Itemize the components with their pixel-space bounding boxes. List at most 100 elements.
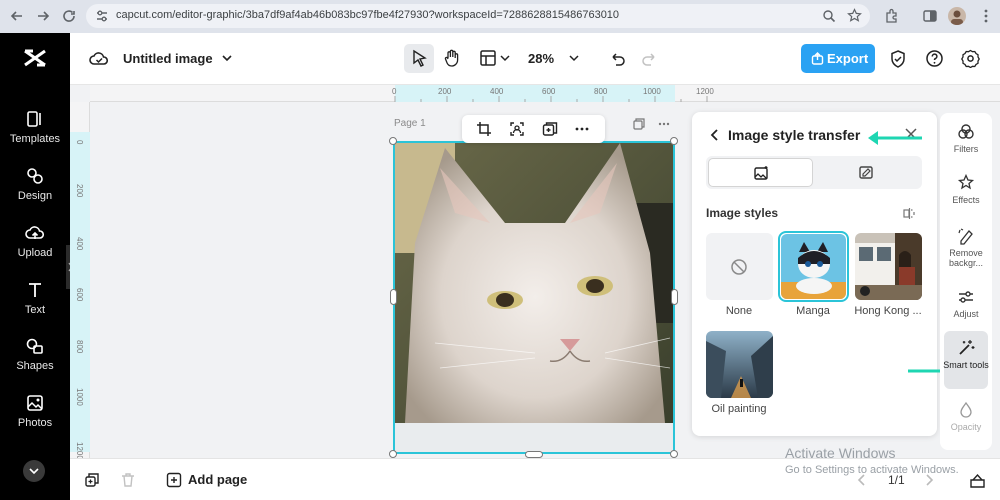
- hand-tool-icon[interactable]: [442, 48, 462, 68]
- right-tools-rail: [940, 113, 992, 450]
- crop-icon[interactable]: [476, 121, 492, 137]
- resize-handle-left[interactable]: [390, 289, 397, 305]
- document-title[interactable]: Untitled image: [123, 51, 213, 66]
- help-icon[interactable]: [925, 49, 944, 68]
- rail-item-smart-tools[interactable]: Smart tools: [940, 339, 992, 370]
- site-settings-icon[interactable]: [95, 9, 109, 23]
- page-label[interactable]: Page 1: [394, 118, 426, 129]
- resize-handle-right[interactable]: [671, 289, 678, 305]
- more-options-icon[interactable]: [574, 121, 590, 137]
- templates-icon: [25, 109, 45, 129]
- capcut-logo[interactable]: [22, 48, 48, 68]
- annotation-arrow-left: [866, 128, 924, 146]
- style-label: Manga: [796, 305, 830, 317]
- style-option-manga[interactable]: [778, 231, 849, 302]
- reload-icon[interactable]: [60, 7, 78, 25]
- style-option-none[interactable]: [706, 233, 773, 300]
- layout-dropdown-icon[interactable]: [500, 53, 510, 63]
- export-button[interactable]: Export: [801, 44, 875, 73]
- ruler-tick: 600: [75, 288, 84, 302]
- back-icon[interactable]: [8, 7, 26, 25]
- mode-edit-button[interactable]: [858, 164, 875, 181]
- zoom-icon[interactable]: [822, 9, 836, 23]
- page-more-icon[interactable]: [657, 117, 671, 131]
- horizontal-ruler: 0 200 400 600 800 1000 1200: [90, 85, 1000, 102]
- forward-icon[interactable]: [34, 7, 52, 25]
- upload-icon: [25, 223, 45, 243]
- shapes-icon: [25, 336, 45, 356]
- back-chevron-icon[interactable]: [709, 128, 721, 142]
- add-page-button[interactable]: Add page: [188, 472, 247, 487]
- side-panel-icon[interactable]: [921, 7, 939, 25]
- style-option-hong-kong[interactable]: [855, 233, 922, 300]
- ruler-tick: 800: [594, 87, 608, 96]
- sidebar-item-text[interactable]: Text: [0, 280, 70, 332]
- add-page-icon[interactable]: [166, 472, 182, 488]
- style-option-oil-painting[interactable]: [706, 331, 773, 398]
- remove-background-icon: [957, 227, 975, 245]
- resize-handle-bottom-left[interactable]: [389, 450, 397, 458]
- resize-handle-top-left[interactable]: [389, 137, 397, 145]
- rail-item-label: Smart tools: [943, 360, 989, 370]
- resize-handle-bottom-right[interactable]: [670, 450, 678, 458]
- redo-icon[interactable]: [641, 50, 659, 68]
- style-label: Oil painting: [711, 403, 767, 415]
- rail-item-label: Adjust: [953, 309, 979, 319]
- watermark-line2: Go to Settings to activate Windows.: [785, 464, 959, 476]
- sidebar-item-upload[interactable]: Upload: [0, 223, 70, 275]
- replace-image-icon[interactable]: [542, 121, 558, 137]
- export-label: Export: [827, 51, 869, 66]
- shield-icon[interactable]: [889, 49, 907, 69]
- ruler-tick: 1000: [75, 388, 84, 406]
- delete-icon[interactable]: [120, 472, 136, 488]
- ruler-tick: 200: [438, 87, 452, 96]
- rail-item-adjust[interactable]: Adjust: [940, 288, 992, 319]
- settings-gear-icon[interactable]: [961, 49, 980, 68]
- sidebar-item-label: Text: [24, 304, 46, 316]
- image-floating-toolbar: [462, 115, 605, 143]
- cat-image[interactable]: [395, 143, 673, 423]
- sidebar-item-design[interactable]: Design: [0, 166, 70, 218]
- select-tool-button[interactable]: [404, 44, 434, 73]
- undo-icon[interactable]: [608, 50, 626, 68]
- cloud-save-icon[interactable]: [89, 50, 109, 68]
- title-dropdown-icon[interactable]: [221, 52, 233, 64]
- left-sidebar: Templates Design Upload Text Shapes Phot…: [0, 33, 70, 500]
- style-mode-toggle: [706, 156, 922, 189]
- none-icon: [731, 259, 747, 275]
- profile-avatar[interactable]: [948, 7, 966, 25]
- canvas-page[interactable]: [393, 141, 675, 454]
- rail-item-label: Effects: [952, 195, 980, 205]
- sidebar-expand-button[interactable]: [23, 460, 45, 482]
- sidebar-item-photos[interactable]: Photos: [0, 393, 70, 445]
- style-label: Hong Kong ...: [854, 305, 922, 317]
- ruler-tick: 600: [542, 87, 556, 96]
- sidebar-item-shapes[interactable]: Shapes: [0, 336, 70, 388]
- sidebar-item-templates[interactable]: Templates: [0, 109, 70, 161]
- layers-icon[interactable]: [969, 472, 986, 489]
- rail-item-filters[interactable]: Filters: [940, 123, 992, 154]
- ruler-tick: 1000: [643, 87, 661, 96]
- bookmark-star-icon[interactable]: [847, 8, 862, 23]
- zoom-dropdown-icon[interactable]: [569, 53, 579, 63]
- browser-menu-icon[interactable]: [977, 7, 995, 25]
- address-bar[interactable]: capcut.com/editor-graphic/3ba7df9af4ab46…: [86, 4, 870, 28]
- duplicate-icon[interactable]: [84, 472, 100, 488]
- style-label: None: [725, 305, 753, 317]
- adjust-sliders-icon: [957, 288, 975, 306]
- resize-handle-bottom[interactable]: [525, 451, 543, 458]
- compare-icon[interactable]: [903, 207, 916, 220]
- layout-icon[interactable]: [479, 49, 497, 67]
- extensions-icon[interactable]: [883, 7, 901, 25]
- remove-background-icon[interactable]: [509, 121, 525, 137]
- zoom-level[interactable]: 28%: [528, 51, 554, 66]
- rail-item-remove-background[interactable]: Remove backgr...: [940, 227, 992, 268]
- rail-item-opacity[interactable]: Opacity: [940, 401, 992, 432]
- rail-item-effects[interactable]: Effects: [940, 174, 992, 205]
- duplicate-page-icon[interactable]: [632, 117, 646, 131]
- watermark-line1: Activate Windows: [785, 445, 896, 461]
- filters-icon: [957, 123, 975, 141]
- mode-image-button[interactable]: [708, 158, 813, 187]
- ruler-tick: 0: [75, 140, 84, 145]
- resize-handle-top-right[interactable]: [670, 137, 678, 145]
